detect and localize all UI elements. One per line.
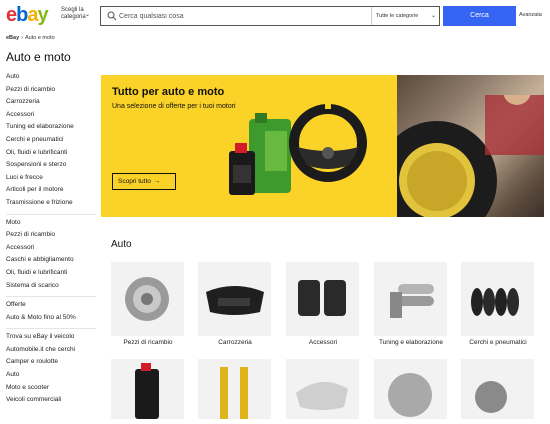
header: ebay Scegli la categoria ⌄ Tutte le cate… (0, 0, 550, 34)
shock-absorber-icon (220, 367, 248, 419)
category-tile-tuning[interactable] (374, 262, 447, 336)
category-tile-label[interactable]: Cerchi e pneumatici (453, 339, 543, 346)
category-tile-suspension[interactable] (198, 359, 271, 419)
breadcrumb-separator: › (21, 35, 23, 41)
sidebar-item[interactable]: Trova su eBay il veicolo (6, 331, 101, 344)
category-tile-lights[interactable] (286, 359, 359, 419)
sidebar-item[interactable]: Tuning ed elaborazione (6, 121, 101, 134)
sidebar-group-moto: Moto Pezzi di ricambio Accessori Caschi … (6, 217, 101, 293)
search-button[interactable]: Cerca (443, 6, 516, 26)
category-tile-oil[interactable] (111, 359, 184, 419)
search-input[interactable] (119, 8, 369, 24)
category-tile-label[interactable]: Carrozzeria (190, 339, 280, 346)
arrow-right-icon: → (153, 178, 161, 185)
tires-icon (471, 288, 519, 316)
chevron-down-icon: ⌄ (85, 12, 91, 18)
category-tile-cerchi[interactable] (461, 262, 534, 336)
sidebar-item[interactable]: Moto e scooter (6, 382, 101, 395)
sidebar-item[interactable]: Veicoli commerciali (6, 394, 101, 407)
sidebar-item[interactable]: Oli, fluidi e lubrificanti (6, 267, 101, 280)
sidebar-item[interactable]: Auto (6, 369, 101, 382)
alternator-icon (388, 373, 432, 417)
sidebar-item[interactable]: Pezzi di ricambio (6, 229, 101, 242)
sidebar-item[interactable]: Automobile.it che cerchi (6, 344, 101, 357)
hero-panel: Tutto per auto e moto Una selezione di o… (101, 75, 397, 217)
category-tile-engine[interactable] (374, 359, 447, 419)
sidebar-divider (6, 328, 96, 330)
sidebar-divider (6, 213, 96, 215)
discover-all-button[interactable]: Scopri tutto → (112, 173, 176, 190)
hero-subtitle: Una selezione di offerte per i tuoi moto… (112, 103, 236, 110)
sidebar-item[interactable]: Auto (6, 71, 101, 84)
sidebar-item[interactable]: Carrozzeria (6, 96, 101, 109)
sidebar-item[interactable]: Pezzi di ricambio (6, 84, 101, 97)
sidebar-item[interactable]: Moto (6, 217, 101, 230)
sidebar-item[interactable]: Accessori (6, 242, 101, 255)
category-select[interactable]: Tutte le categorie ⌄ (371, 7, 440, 25)
sidebar-item[interactable]: Offerte (6, 299, 101, 312)
sidebar-item[interactable]: Sospensioni e sterzo (6, 159, 101, 172)
advanced-search-link[interactable]: Avanzata (519, 12, 542, 18)
steering-wheel-image (289, 103, 367, 182)
category-tile-label[interactable]: Tuning e elaborazione (366, 339, 456, 346)
wheel-image (397, 95, 544, 217)
sidebar-item[interactable]: Cerchi e pneumatici (6, 134, 101, 147)
headlight-icon (296, 381, 348, 410)
oil-bottle-icon (135, 363, 159, 419)
breadcrumb-link-ebay[interactable]: eBay (6, 35, 19, 41)
sidebar-item[interactable]: Oli, fluidi e lubrificanti (6, 147, 101, 160)
category-tile-accessori[interactable] (286, 262, 359, 336)
search-icon (107, 11, 117, 21)
brake-clutch-icon (125, 277, 169, 321)
sidebar-group-auto: Auto Pezzi di ricambio Carrozzeria Acces… (6, 71, 101, 210)
gear-parts-icon (475, 381, 507, 413)
sidebar-item[interactable]: Sistema di scarico (6, 280, 101, 293)
sidebar-item[interactable]: Auto & Moto fino al 50% (6, 312, 101, 325)
hero-photo-mechanic (397, 75, 544, 217)
sidebar-group-offers: Offerte Auto & Moto fino al 50% (6, 299, 101, 324)
sidebar-item[interactable]: Articoli per il motore (6, 184, 101, 197)
sidebar-item[interactable]: Trasmissione e frizione (6, 197, 101, 210)
page-title: Auto e moto (6, 50, 71, 64)
category-tile-label[interactable]: Accessori (278, 339, 368, 346)
shop-by-category-button[interactable]: Scegli la categoria (61, 7, 87, 21)
hero-banner[interactable]: Tutto per auto e moto Una selezione di o… (101, 75, 544, 217)
bumper-icon (206, 286, 264, 315)
sidebar-item[interactable]: Camper e roulotte (6, 356, 101, 369)
category-tile-pezzi-di-ricambio[interactable] (111, 262, 184, 336)
hero-title: Tutto per auto e moto (112, 86, 225, 98)
oil-can-image (229, 113, 291, 195)
ebay-logo[interactable]: ebay (6, 5, 49, 25)
sidebar: Auto Pezzi di ricambio Carrozzeria Acces… (6, 71, 101, 411)
sidebar-item[interactable]: Caschi e abbigliamento (6, 254, 101, 267)
sidebar-item[interactable]: Luci e frecce (6, 172, 101, 185)
sidebar-divider (6, 296, 96, 298)
category-tile-label[interactable]: Pezzi di ricambio (103, 339, 193, 346)
section-title-auto: Auto (111, 239, 132, 250)
breadcrumb: eBay › Auto e moto (6, 35, 55, 41)
chevron-down-icon: ⌄ (430, 13, 436, 19)
category-tile-carrozzeria[interactable] (198, 262, 271, 336)
breadcrumb-current[interactable]: Auto e moto (25, 35, 55, 41)
car-mats-icon (298, 280, 346, 316)
exhaust-icon (390, 284, 434, 318)
sidebar-item[interactable]: Accessori (6, 109, 101, 122)
category-tile-transmission[interactable] (461, 359, 534, 419)
sidebar-group-other: Trova su eBay il veicolo Automobile.it c… (6, 331, 101, 407)
search-bar: Tutte le categorie ⌄ (100, 6, 440, 26)
